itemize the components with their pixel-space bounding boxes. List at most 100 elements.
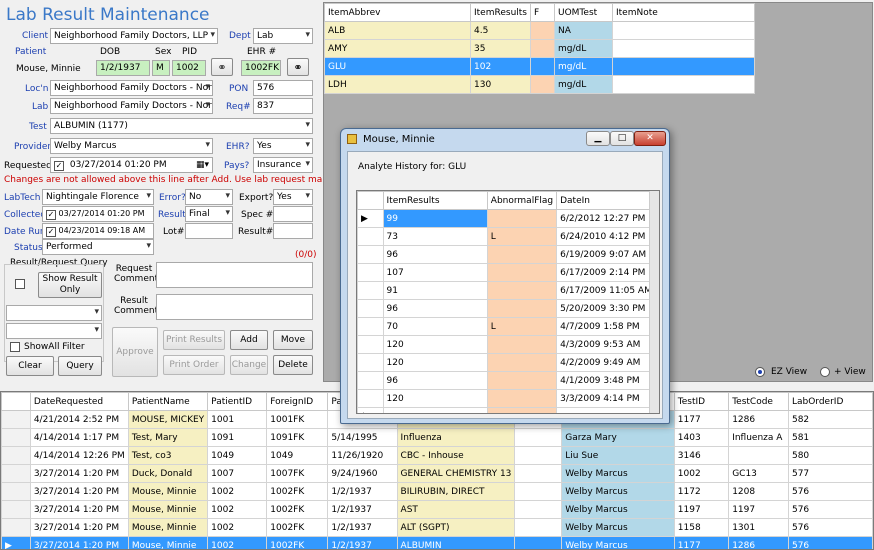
history-date-cell[interactable]: 5/20/2009 3:30 PM bbox=[556, 299, 659, 318]
patient-id-cell[interactable]: 1002 bbox=[207, 482, 268, 501]
history-date-cell[interactable]: 6/17/2009 2:14 PM bbox=[556, 263, 659, 282]
print-results-button[interactable]: Print Results bbox=[163, 330, 225, 350]
provider-cell[interactable]: Welby Marcus bbox=[561, 500, 675, 519]
item-note-cell[interactable] bbox=[612, 39, 755, 58]
result-select[interactable]: Final bbox=[185, 206, 233, 222]
results-row[interactable]: ALB 4.5 NA bbox=[324, 21, 755, 40]
change-button[interactable]: Change bbox=[230, 355, 268, 375]
patient-id-cell[interactable]: 1049 bbox=[207, 446, 268, 465]
provider-cell[interactable]: Welby Marcus bbox=[561, 464, 675, 483]
history-date-cell[interactable]: 4/7/2009 1:58 PM bbox=[556, 317, 659, 336]
row-selector[interactable] bbox=[1, 446, 31, 465]
patient-name-cell[interactable]: MOUSE, MICKEY bbox=[127, 410, 209, 429]
history-date-cell[interactable] bbox=[556, 407, 659, 413]
resultnum-field[interactable] bbox=[273, 223, 313, 239]
lab-order-id-cell[interactable]: 580 bbox=[787, 446, 873, 465]
result-comments-field[interactable] bbox=[156, 294, 313, 320]
history-result-cell[interactable]: 107 bbox=[382, 263, 488, 282]
results-row[interactable]: GLU 102 mg/dL bbox=[324, 57, 755, 76]
extra-cell[interactable] bbox=[514, 500, 563, 519]
extra-cell[interactable] bbox=[514, 536, 563, 549]
status-select[interactable]: Performed bbox=[42, 239, 154, 255]
patient-name-cell[interactable]: Mouse, Minnie bbox=[127, 500, 209, 519]
calendar-icon[interactable]: ▦▾ bbox=[196, 160, 209, 170]
results-col-header[interactable]: ItemAbbrev bbox=[324, 3, 471, 22]
history-row[interactable]: 120 3/3/2009 4:14 PM bbox=[357, 389, 659, 408]
history-flag-cell[interactable] bbox=[486, 245, 558, 264]
test-code-cell[interactable]: 1286 bbox=[728, 410, 789, 429]
foreign-id-cell[interactable]: 1001FK bbox=[266, 410, 329, 429]
foreign-id-cell[interactable]: 1002FK bbox=[266, 482, 329, 501]
spec-field[interactable] bbox=[273, 206, 313, 222]
flag-cell[interactable] bbox=[530, 39, 555, 58]
history-row[interactable]: 91 6/17/2009 11:05 AM bbox=[357, 281, 659, 300]
patient-id-cell[interactable]: 1002 bbox=[207, 518, 268, 537]
test-id-cell[interactable]: 1177 bbox=[673, 536, 730, 549]
test-id-cell[interactable]: 3146 bbox=[673, 446, 730, 465]
patient-name-cell[interactable]: Test, Mary bbox=[127, 428, 209, 447]
test-id-cell[interactable]: 1002 bbox=[673, 464, 730, 483]
provider-select[interactable]: Welby Marcus bbox=[50, 138, 213, 154]
history-date-cell[interactable]: 3/3/2009 4:14 PM bbox=[556, 389, 659, 408]
history-row[interactable]: 120 4/2/2009 9:49 AM bbox=[357, 353, 659, 372]
history-result-cell[interactable]: 120 bbox=[382, 335, 488, 354]
orders-row[interactable]: 3/27/2014 1:20 PM Duck, Donald 1007 1007FK 9… bbox=[1, 464, 873, 483]
history-result-cell[interactable]: 70 bbox=[382, 317, 488, 336]
dob-cell[interactable]: 1/2/1937 bbox=[327, 518, 398, 537]
foreign-id-cell[interactable]: 1002FK bbox=[266, 536, 329, 549]
requested-checkbox[interactable]: ✓ bbox=[54, 161, 64, 171]
history-flag-cell[interactable]: L bbox=[486, 317, 558, 336]
dob-cell[interactable]: 1/2/1937 bbox=[327, 536, 398, 549]
history-result-cell[interactable]: 96 bbox=[382, 245, 488, 264]
row-selector[interactable] bbox=[357, 353, 384, 372]
row-selector[interactable] bbox=[1, 482, 31, 501]
lab-select[interactable]: Neighborhood Family Doctors - Norths bbox=[50, 98, 213, 114]
history-flag-cell[interactable] bbox=[486, 209, 558, 228]
query-select-2[interactable] bbox=[6, 323, 102, 339]
test-select[interactable]: ALBUMIN (1177) bbox=[50, 118, 313, 134]
patient-name-cell[interactable]: Duck, Donald bbox=[127, 464, 209, 483]
foreign-id-cell[interactable]: 1049 bbox=[266, 446, 329, 465]
history-result-cell[interactable]: 96 bbox=[382, 299, 488, 318]
history-flag-cell[interactable] bbox=[486, 389, 558, 408]
provider-cell[interactable]: Welby Marcus bbox=[561, 518, 675, 537]
export-select[interactable]: Yes bbox=[273, 189, 313, 205]
minimize-button[interactable]: ▁ bbox=[586, 131, 610, 146]
error-select[interactable]: No bbox=[185, 189, 233, 205]
row-selector[interactable] bbox=[1, 428, 31, 447]
row-selector[interactable] bbox=[357, 389, 384, 408]
test-id-cell[interactable]: 1177 bbox=[673, 410, 730, 429]
history-flag-cell[interactable] bbox=[486, 299, 558, 318]
lab-order-id-cell[interactable]: 581 bbox=[787, 428, 873, 447]
history-flag-cell[interactable] bbox=[486, 407, 558, 413]
locn-select[interactable]: Neighborhood Family Doctors - Norths bbox=[50, 80, 213, 96]
row-selector[interactable] bbox=[357, 281, 384, 300]
test-name-cell[interactable]: BILIRUBIN, DIRECT bbox=[396, 482, 516, 501]
orders-col-header[interactable]: TestCode bbox=[728, 392, 789, 411]
test-name-cell[interactable]: ALT (SGPT) bbox=[396, 518, 516, 537]
test-name-cell[interactable]: ALBUMIN bbox=[396, 536, 516, 549]
daterun-datetime[interactable]: ✓ 04/23/2014 09:18 AM bbox=[42, 223, 154, 239]
lab-order-id-cell[interactable]: 582 bbox=[787, 410, 873, 429]
row-selector[interactable] bbox=[1, 500, 31, 519]
close-button[interactable]: ✕ bbox=[634, 131, 666, 146]
item-abbrev-cell[interactable]: AMY bbox=[324, 39, 471, 58]
history-flag-cell[interactable]: L bbox=[486, 227, 558, 246]
req-field[interactable]: 837 bbox=[253, 98, 313, 114]
history-row[interactable]: 107 6/17/2009 2:14 PM bbox=[357, 263, 659, 282]
lab-order-id-cell[interactable]: 576 bbox=[787, 536, 873, 549]
test-code-cell[interactable] bbox=[728, 446, 789, 465]
clear-button[interactable]: Clear bbox=[6, 356, 54, 376]
provider-cell[interactable]: Welby Marcus bbox=[561, 482, 675, 501]
item-note-cell[interactable] bbox=[612, 75, 755, 94]
date-requested-cell[interactable]: 3/27/2014 1:20 PM bbox=[29, 500, 129, 519]
date-requested-cell[interactable]: 4/14/2014 1:17 PM bbox=[29, 428, 129, 447]
collected-checkbox[interactable]: ✓ bbox=[46, 210, 56, 220]
lab-order-id-cell[interactable]: 576 bbox=[787, 482, 873, 501]
test-id-cell[interactable]: 1158 bbox=[673, 518, 730, 537]
pon-field[interactable]: 576 bbox=[253, 80, 313, 96]
provider-cell[interactable]: Garza Mary bbox=[561, 428, 675, 447]
patient-name-cell[interactable]: Mouse, Minnie bbox=[127, 536, 209, 549]
test-code-cell[interactable]: Influenza A bbox=[728, 428, 789, 447]
delete-button[interactable]: Delete bbox=[273, 355, 313, 375]
